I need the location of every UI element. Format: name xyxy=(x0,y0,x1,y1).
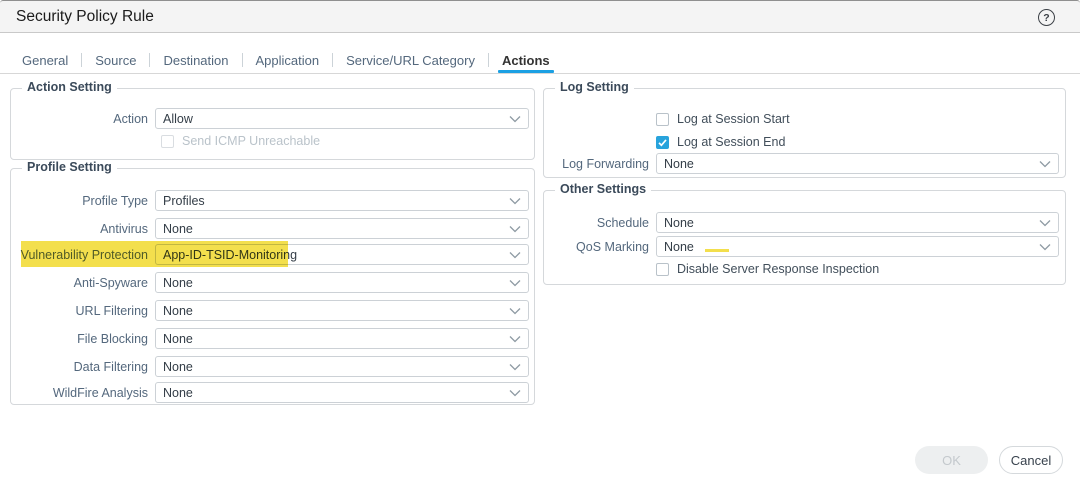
other-settings-legend: Other Settings xyxy=(555,182,651,196)
vulnerability-protection-row: Vulnerability Protection App-ID-TSID-Mon… xyxy=(17,244,529,265)
chevron-down-icon xyxy=(509,363,521,371)
chevron-down-icon xyxy=(1039,160,1051,168)
help-icon[interactable]: ? xyxy=(1038,9,1055,26)
chevron-down-icon xyxy=(1039,219,1051,227)
chevron-down-icon xyxy=(509,225,521,233)
log-at-session-end-label: Log at Session End xyxy=(677,135,785,149)
tab-divider xyxy=(242,53,243,67)
disable-server-response-inspection-checkbox[interactable] xyxy=(656,263,669,276)
send-icmp-unreachable-checkbox xyxy=(161,135,174,148)
log-forwarding-row: Log Forwarding None xyxy=(550,153,1059,174)
chevron-down-icon xyxy=(1039,243,1051,251)
file-blocking-label: File Blocking xyxy=(17,332,155,346)
log-forwarding-select[interactable]: None xyxy=(656,153,1059,174)
disable-server-response-inspection-label: Disable Server Response Inspection xyxy=(677,262,879,276)
tab-divider xyxy=(81,53,82,67)
chevron-down-icon xyxy=(509,279,521,287)
anti-spyware-select[interactable]: None xyxy=(155,272,529,293)
log-at-session-end-checkbox[interactable] xyxy=(656,136,669,149)
tab-divider xyxy=(149,53,150,67)
antivirus-select[interactable]: None xyxy=(155,218,529,239)
qos-marking-row: QoS Marking None xyxy=(550,236,1059,257)
log-at-session-end-row: Log at Session End xyxy=(656,135,785,149)
tab-service-url-category[interactable]: Service/URL Category xyxy=(344,47,477,73)
schedule-label: Schedule xyxy=(550,216,656,230)
schedule-select[interactable]: None xyxy=(656,212,1059,233)
vulnerability-protection-value: App-ID-TSID-Monitoring xyxy=(163,248,297,262)
tab-actions[interactable]: Actions xyxy=(500,47,552,73)
disable-server-response-inspection-row: Disable Server Response Inspection xyxy=(656,262,879,276)
file-blocking-select[interactable]: None xyxy=(155,328,529,349)
log-at-session-start-label: Log at Session Start xyxy=(677,112,790,126)
anti-spyware-row: Anti-Spyware None xyxy=(17,272,529,293)
url-filtering-value: None xyxy=(163,304,193,318)
url-filtering-label: URL Filtering xyxy=(17,304,155,318)
log-forwarding-label: Log Forwarding xyxy=(550,157,656,171)
vulnerability-protection-label: Vulnerability Protection xyxy=(17,248,155,262)
schedule-value: None xyxy=(664,216,694,230)
antivirus-label: Antivirus xyxy=(17,222,155,236)
cancel-button[interactable]: Cancel xyxy=(999,446,1063,474)
action-select[interactable]: Allow xyxy=(155,108,529,129)
send-icmp-unreachable-row: Send ICMP Unreachable xyxy=(161,134,320,148)
log-setting-legend: Log Setting xyxy=(555,80,634,94)
tab-destination[interactable]: Destination xyxy=(161,47,230,73)
wildfire-analysis-label: WildFire Analysis xyxy=(17,386,155,400)
wildfire-analysis-select[interactable]: None xyxy=(155,382,529,403)
action-label: Action xyxy=(17,112,155,126)
security-policy-rule-dialog: Security Policy Rule ? General Source De… xyxy=(0,0,1080,490)
data-filtering-label: Data Filtering xyxy=(17,360,155,374)
qos-marking-label: QoS Marking xyxy=(550,240,656,254)
ok-button[interactable]: OK xyxy=(915,446,988,474)
log-setting-fieldset: Log Setting Log at Session Start Log at … xyxy=(543,88,1066,178)
wildfire-analysis-value: None xyxy=(163,386,193,400)
file-blocking-row: File Blocking None xyxy=(17,328,529,349)
file-blocking-value: None xyxy=(163,332,193,346)
dialog-titlebar: Security Policy Rule ? xyxy=(0,0,1080,33)
data-filtering-row: Data Filtering None xyxy=(17,356,529,377)
tab-divider xyxy=(488,53,489,67)
action-setting-fieldset: Action Setting Action Allow Send ICMP Un… xyxy=(10,88,535,160)
tab-application[interactable]: Application xyxy=(254,47,322,73)
chevron-down-icon xyxy=(509,115,521,123)
chevron-down-icon xyxy=(509,307,521,315)
data-filtering-select[interactable]: None xyxy=(155,356,529,377)
qos-marking-select[interactable]: None xyxy=(656,236,1059,257)
schedule-row: Schedule None xyxy=(550,212,1059,233)
qos-marking-value: None xyxy=(664,240,694,254)
chevron-down-icon xyxy=(509,389,521,397)
anti-spyware-value: None xyxy=(163,276,193,290)
other-settings-fieldset: Other Settings Schedule None QoS Marking… xyxy=(543,190,1066,285)
profile-setting-legend: Profile Setting xyxy=(22,160,117,174)
tab-general[interactable]: General xyxy=(20,47,70,73)
data-filtering-value: None xyxy=(163,360,193,374)
profile-type-row: Profile Type Profiles xyxy=(17,190,529,211)
action-row: Action Allow xyxy=(17,108,529,129)
chevron-down-icon xyxy=(509,197,521,205)
log-at-session-start-checkbox[interactable] xyxy=(656,113,669,126)
highlight-mark-annotation xyxy=(705,249,729,252)
dialog-title: Security Policy Rule xyxy=(16,1,154,33)
send-icmp-unreachable-label: Send ICMP Unreachable xyxy=(182,134,320,148)
tab-divider xyxy=(332,53,333,67)
log-at-session-start-row: Log at Session Start xyxy=(656,112,790,126)
tab-source[interactable]: Source xyxy=(93,47,138,73)
anti-spyware-label: Anti-Spyware xyxy=(17,276,155,290)
profile-type-value: Profiles xyxy=(163,194,205,208)
antivirus-value: None xyxy=(163,222,193,236)
url-filtering-row: URL Filtering None xyxy=(17,300,529,321)
url-filtering-select[interactable]: None xyxy=(155,300,529,321)
action-setting-legend: Action Setting xyxy=(22,80,117,94)
antivirus-row: Antivirus None xyxy=(17,218,529,239)
tab-bar: General Source Destination Application S… xyxy=(0,47,1080,74)
chevron-down-icon xyxy=(509,251,521,259)
chevron-down-icon xyxy=(509,335,521,343)
wildfire-analysis-row: WildFire Analysis None xyxy=(17,382,529,403)
profile-type-select[interactable]: Profiles xyxy=(155,190,529,211)
profile-setting-fieldset: Profile Setting Profile Type Profiles An… xyxy=(10,168,535,405)
profile-type-label: Profile Type xyxy=(17,194,155,208)
action-select-value: Allow xyxy=(163,112,193,126)
vulnerability-protection-select[interactable]: App-ID-TSID-Monitoring xyxy=(155,244,529,265)
log-forwarding-value: None xyxy=(664,157,694,171)
